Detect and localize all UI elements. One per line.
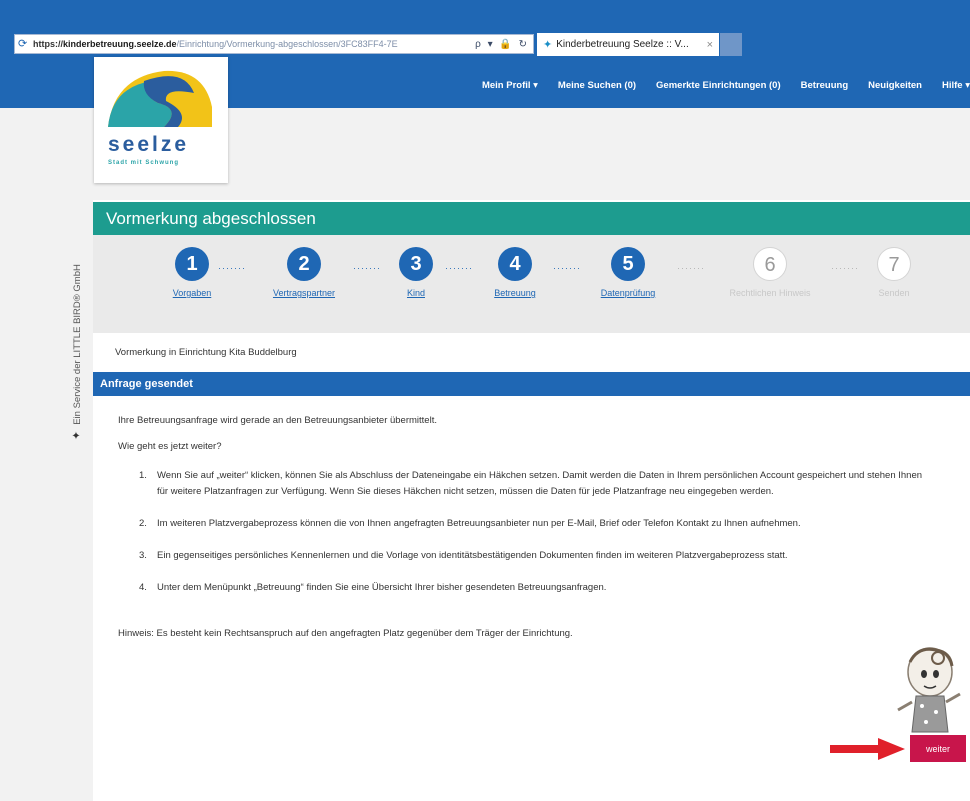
tab-favicon-icon: ✦ <box>543 39 553 51</box>
list-item: 1. Wenn Sie auf „weiter“ klicken, können… <box>139 468 929 500</box>
nav-item-mein-profil[interactable]: Mein Profil ▾ <box>482 80 538 91</box>
status-message: Ihre Betreuungsanfrage wird gerade an de… <box>118 415 437 426</box>
page-title: Vormerkung abgeschlossen <box>93 202 970 235</box>
step-label: Vorgaben <box>172 288 212 298</box>
logo-tagline: Stadt mit Schwung <box>108 160 179 166</box>
step-connector: ······· <box>218 263 246 273</box>
address-actions[interactable]: ρ ▾ 🔒 ↻ <box>471 39 533 50</box>
list-item-number: 4. <box>139 582 147 593</box>
nav-item-gemerkte-einrichtungen[interactable]: Gemerkte Einrichtungen (0) <box>656 80 781 91</box>
step-number: 5 <box>611 247 645 281</box>
list-item-text: Ein gegenseitiges persönliches Kennenler… <box>157 550 788 561</box>
new-tab-button[interactable] <box>720 33 742 56</box>
list-item: 4. Unter dem Menüpunkt „Betreuung“ finde… <box>139 580 929 596</box>
logo-emblem-icon <box>108 70 212 127</box>
list-item-number: 2. <box>139 518 147 529</box>
step-number: 4 <box>498 247 532 281</box>
step-number: 2 <box>287 247 321 281</box>
main-content: Vormerkung abgeschlossen 1 Vorgaben ····… <box>93 200 970 801</box>
url-protocol: https:// <box>33 39 63 49</box>
step-number: 6 <box>753 247 787 281</box>
main-nav: Mein Profil ▾ Meine Suchen (0) Gemerkte … <box>462 80 970 91</box>
step-label: Datenprüfung <box>600 288 656 298</box>
weiter-button[interactable]: weiter <box>910 735 966 762</box>
step-connector: ······· <box>677 263 705 273</box>
step-2[interactable]: 2 Vertragspartner <box>249 247 359 298</box>
nav-item-betreuung[interactable]: Betreuung <box>801 80 849 91</box>
step-label: Senden <box>878 288 910 298</box>
step-label: Kind <box>406 288 425 298</box>
step-5[interactable]: 5 Datenprüfung <box>573 247 683 298</box>
arrow-right-icon <box>830 738 905 760</box>
step-label: Vertragspartner <box>272 288 336 298</box>
progress-steps: 1 Vorgaben ······· 2 Vertragspartner ···… <box>93 235 970 333</box>
site-logo[interactable]: seelze Stadt mit Schwung <box>94 57 228 183</box>
facility-location: Vormerkung in Einrichtung Kita Buddelbur… <box>115 347 297 358</box>
tab-title: Kinderbetreuung Seelze :: V... <box>556 39 689 50</box>
browser-chrome: ⟳ https:// kinderbetreuung.seelze.de /Ei… <box>0 0 970 57</box>
url-domain: kinderbetreuung.seelze.de <box>63 39 177 49</box>
list-item: 3. Ein gegenseitiges persönliches Kennen… <box>139 548 929 564</box>
bird-icon: ✦ <box>71 430 83 440</box>
nav-item-meine-suchen[interactable]: Meine Suchen (0) <box>558 80 636 91</box>
list-item-text: Wenn Sie auf „weiter“ klicken, können Si… <box>157 470 923 497</box>
list-item-number: 1. <box>139 470 147 481</box>
step-7: 7 Senden <box>839 247 949 298</box>
step-number: 7 <box>877 247 911 281</box>
nav-item-hilfe[interactable]: Hilfe ▾ <box>942 80 970 91</box>
next-steps-list: 1. Wenn Sie auf „weiter“ klicken, können… <box>139 468 929 612</box>
step-label: Rechtlichen Hinweis <box>729 288 811 298</box>
side-service-text: ✦ Ein Service der LITTLE BIRD® GmbH <box>70 264 83 440</box>
section-title: Anfrage gesendet <box>93 372 970 396</box>
address-bar[interactable]: ⟳ https:// kinderbetreuung.seelze.de /Ei… <box>14 34 534 54</box>
list-item-number: 3. <box>139 550 147 561</box>
next-steps-question: Wie geht es jetzt weiter? <box>118 441 222 452</box>
step-6: 6 Rechtlichen Hinweis <box>715 247 825 298</box>
step-label: Betreuung <box>494 288 536 298</box>
step-number: 1 <box>175 247 209 281</box>
browser-tab[interactable]: ✦ Kinderbetreuung Seelze :: V... × <box>537 33 719 56</box>
list-item-text: Im weiteren Platzvergabeprozess können d… <box>157 518 801 529</box>
site-icon: ⟳ <box>18 38 28 50</box>
list-item-text: Unter dem Menüpunkt „Betreuung“ finden S… <box>157 582 607 593</box>
mascot-icon <box>897 647 961 733</box>
nav-item-neuigkeiten[interactable]: Neuigkeiten <box>868 80 922 91</box>
url-path: /Einrichtung/Vormerkung-abgeschlossen/3F… <box>176 39 398 49</box>
step-number: 3 <box>399 247 433 281</box>
legal-note: Hinweis: Es besteht kein Rechtsanspruch … <box>118 628 573 639</box>
tab-close-icon[interactable]: × <box>707 39 713 51</box>
logo-brand: seelze <box>108 133 190 156</box>
list-item: 2. Im weiteren Platzvergabeprozess könne… <box>139 516 929 532</box>
side-service-label: Ein Service der LITTLE BIRD® GmbH <box>72 264 83 425</box>
